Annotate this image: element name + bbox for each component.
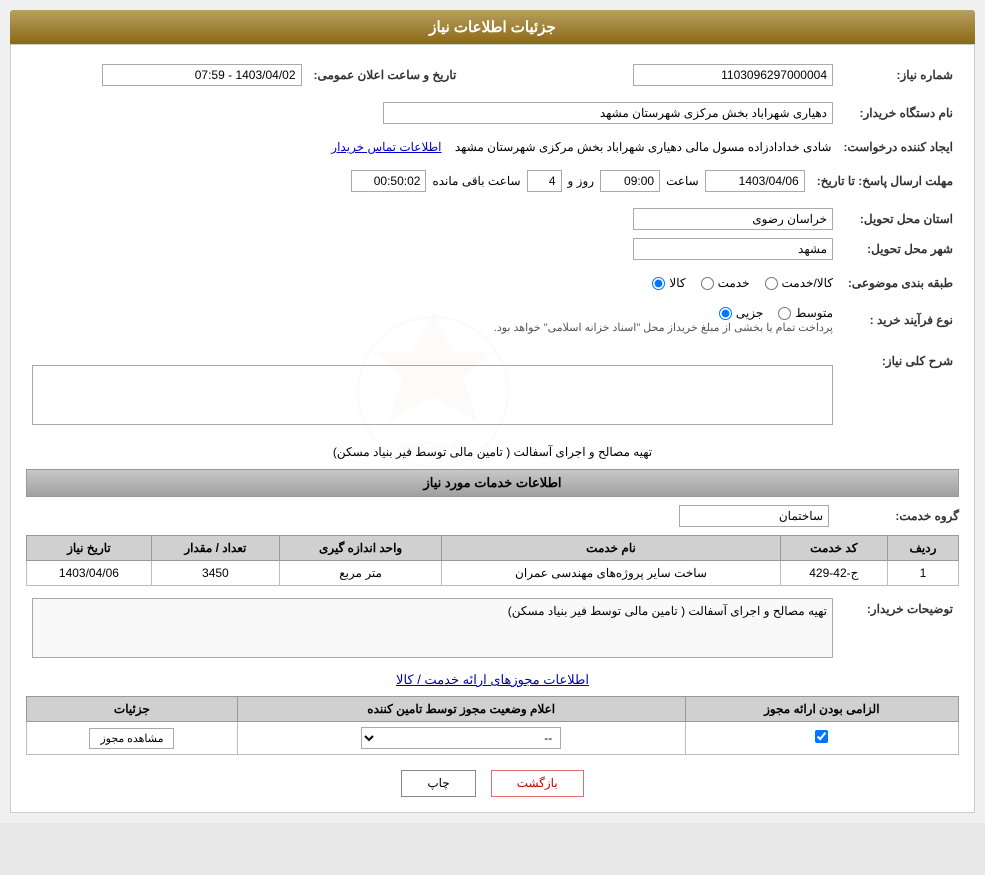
deadline-days-label: روز و bbox=[568, 174, 595, 188]
cell-qty: 3450 bbox=[151, 561, 279, 586]
permit-required-checkbox[interactable] bbox=[815, 730, 828, 743]
requester-text: شادی خدادادزاده مسول مالی دهیاری شهراباد… bbox=[455, 140, 832, 154]
purchase-type-label: نوع فرآیند خرید : bbox=[839, 302, 959, 338]
col-permit-status: اعلام وضعیت مجوز توسط تامین کننده bbox=[237, 697, 685, 722]
general-desc-table: شرح کلی نیاز: AnaElender bbox=[26, 346, 959, 437]
page-title: جزئیات اطلاعات نیاز bbox=[10, 10, 975, 44]
col-qty: تعداد / مقدار bbox=[151, 536, 279, 561]
province-table: استان محل تحویل: شهر محل تحویل: bbox=[26, 204, 959, 264]
announce-value bbox=[26, 60, 308, 90]
category-radio-group: کالا/خدمت خدمت کالا bbox=[652, 276, 833, 290]
deadline-remaining-label: ساعت باقی مانده bbox=[432, 174, 520, 188]
view-permit-button[interactable]: مشاهده مجوز bbox=[89, 728, 174, 749]
radio-jozi-input[interactable] bbox=[719, 307, 732, 320]
cell-code: ج-42-429 bbox=[780, 561, 887, 586]
radio-jozi[interactable]: جزیی bbox=[719, 306, 763, 320]
radio-kala-khadamat[interactable]: کالا/خدمت bbox=[765, 276, 833, 290]
permit-required-cell bbox=[685, 722, 958, 755]
buyer-desc-box: تهیه مصالح و اجرای آسفالت ( تامین مالی ت… bbox=[32, 598, 833, 658]
watermark-logo: AnaElender bbox=[333, 292, 533, 492]
svg-text:AnaElender: AnaElender bbox=[396, 439, 470, 455]
buyer-org-value bbox=[26, 98, 839, 128]
category-label: طبقه بندی موضوعی: bbox=[839, 272, 959, 294]
permit-status-select[interactable]: -- bbox=[361, 727, 561, 749]
col-code: کد خدمت bbox=[780, 536, 887, 561]
deadline-days-input[interactable] bbox=[527, 170, 562, 192]
need-number-input[interactable] bbox=[633, 64, 833, 86]
buyer-desc-label: توضیحات خریدار: bbox=[839, 594, 959, 662]
province-input[interactable] bbox=[633, 208, 833, 230]
col-name: نام خدمت bbox=[442, 536, 780, 561]
permit-details-cell: مشاهده مجوز bbox=[27, 722, 238, 755]
city-value bbox=[26, 234, 839, 264]
deadline-label: مهلت ارسال پاسخ: تا تاریخ: bbox=[811, 166, 959, 196]
city-input[interactable] bbox=[633, 238, 833, 260]
table-row: 1 ج-42-429 ساخت سایر پروژه‌های مهندسی عم… bbox=[27, 561, 959, 586]
radio-khadamat[interactable]: خدمت bbox=[701, 276, 750, 290]
general-desc-label: شرح کلی نیاز: bbox=[839, 346, 959, 437]
radio-mutavasset-input[interactable] bbox=[778, 307, 791, 320]
basic-info-table: شماره نیاز: تاریخ و ساعت اعلان عمومی: bbox=[26, 60, 959, 90]
radio-kala[interactable]: کالا bbox=[652, 276, 685, 290]
footer-buttons: بازگشت چاپ bbox=[26, 770, 959, 797]
group-service-row: گروه خدمت: bbox=[26, 505, 959, 527]
permits-table: الزامی بودن ارائه مجوز اعلام وضعیت مجوز … bbox=[26, 696, 959, 755]
province-value bbox=[26, 204, 839, 234]
radio-khadamat-input[interactable] bbox=[701, 277, 714, 290]
requester-value: شادی خدادادزاده مسول مالی دهیاری شهراباد… bbox=[26, 136, 837, 158]
contact-link[interactable]: اطلاعات تماس خریدار bbox=[331, 140, 441, 154]
group-service-input[interactable] bbox=[679, 505, 829, 527]
deadline-time-label: ساعت bbox=[666, 174, 699, 188]
col-row: ردیف bbox=[887, 536, 958, 561]
cell-unit: متر مربع bbox=[279, 561, 441, 586]
section-permits-link[interactable]: اطلاعات مجوزهای ارائه خدمت / کالا bbox=[26, 672, 959, 688]
purchase-radio-group: متوسط جزیی bbox=[719, 306, 833, 320]
radio-mutavasset[interactable]: متوسط bbox=[778, 306, 833, 320]
requester-table: ایجاد کننده درخواست: شادی خدادادزاده مسو… bbox=[26, 136, 959, 158]
need-number-label: شماره نیاز: bbox=[839, 60, 959, 90]
radio-kala-input[interactable] bbox=[652, 277, 665, 290]
group-service-label: گروه خدمت: bbox=[839, 509, 959, 523]
requester-label: ایجاد کننده درخواست: bbox=[837, 136, 959, 158]
general-desc-value: AnaElender bbox=[26, 346, 839, 437]
radio-kala-khadamat-input[interactable] bbox=[765, 277, 778, 290]
print-button[interactable]: چاپ bbox=[401, 770, 475, 797]
main-content: شماره نیاز: تاریخ و ساعت اعلان عمومی: نا… bbox=[10, 44, 975, 813]
col-permit-details: جزئیات bbox=[27, 697, 238, 722]
page-wrapper: جزئیات اطلاعات نیاز شماره نیاز: تاریخ و … bbox=[0, 0, 985, 823]
deadline-time-input[interactable] bbox=[600, 170, 660, 192]
col-permit-required: الزامی بودن ارائه مجوز bbox=[685, 697, 958, 722]
buyer-desc-text: تهیه مصالح و اجرای آسفالت ( تامین مالی ت… bbox=[508, 604, 827, 618]
permit-row: -- مشاهده مجوز bbox=[27, 722, 959, 755]
deadline-date-input[interactable] bbox=[705, 170, 805, 192]
col-date: تاریخ نیاز bbox=[27, 536, 152, 561]
buyer-desc-value: تهیه مصالح و اجرای آسفالت ( تامین مالی ت… bbox=[26, 594, 839, 662]
services-table: ردیف کد خدمت نام خدمت واحد اندازه گیری ت… bbox=[26, 535, 959, 586]
buyer-org-label: نام دستگاه خریدار: bbox=[839, 98, 959, 128]
deadline-table: مهلت ارسال پاسخ: تا تاریخ: ساعت روز و سا… bbox=[26, 166, 959, 196]
announce-label: تاریخ و ساعت اعلان عمومی: bbox=[308, 60, 508, 90]
deadline-row: ساعت روز و ساعت باقی مانده bbox=[32, 170, 805, 192]
need-number-value bbox=[558, 60, 840, 90]
announce-input[interactable] bbox=[102, 64, 302, 86]
purchase-note: پرداخت تمام یا بخشی از مبلغ خریداز محل "… bbox=[494, 322, 833, 334]
buyer-org-input[interactable] bbox=[383, 102, 833, 124]
cell-date: 1403/04/06 bbox=[27, 561, 152, 586]
desc-watermark-area: AnaElender bbox=[32, 350, 833, 433]
permit-status-cell: -- bbox=[237, 722, 685, 755]
cell-name: ساخت سایر پروژه‌های مهندسی عمران bbox=[442, 561, 780, 586]
cell-row: 1 bbox=[887, 561, 958, 586]
buyer-desc-table: توضیحات خریدار: تهیه مصالح و اجرای آسفال… bbox=[26, 594, 959, 662]
back-button[interactable]: بازگشت bbox=[491, 770, 584, 797]
city-label: شهر محل تحویل: bbox=[839, 234, 959, 264]
province-label: استان محل تحویل: bbox=[839, 204, 959, 234]
buyer-org-table: نام دستگاه خریدار: bbox=[26, 98, 959, 128]
deadline-info: ساعت روز و ساعت باقی مانده bbox=[26, 166, 811, 196]
col-unit: واحد اندازه گیری bbox=[279, 536, 441, 561]
deadline-remaining-input[interactable] bbox=[351, 170, 426, 192]
